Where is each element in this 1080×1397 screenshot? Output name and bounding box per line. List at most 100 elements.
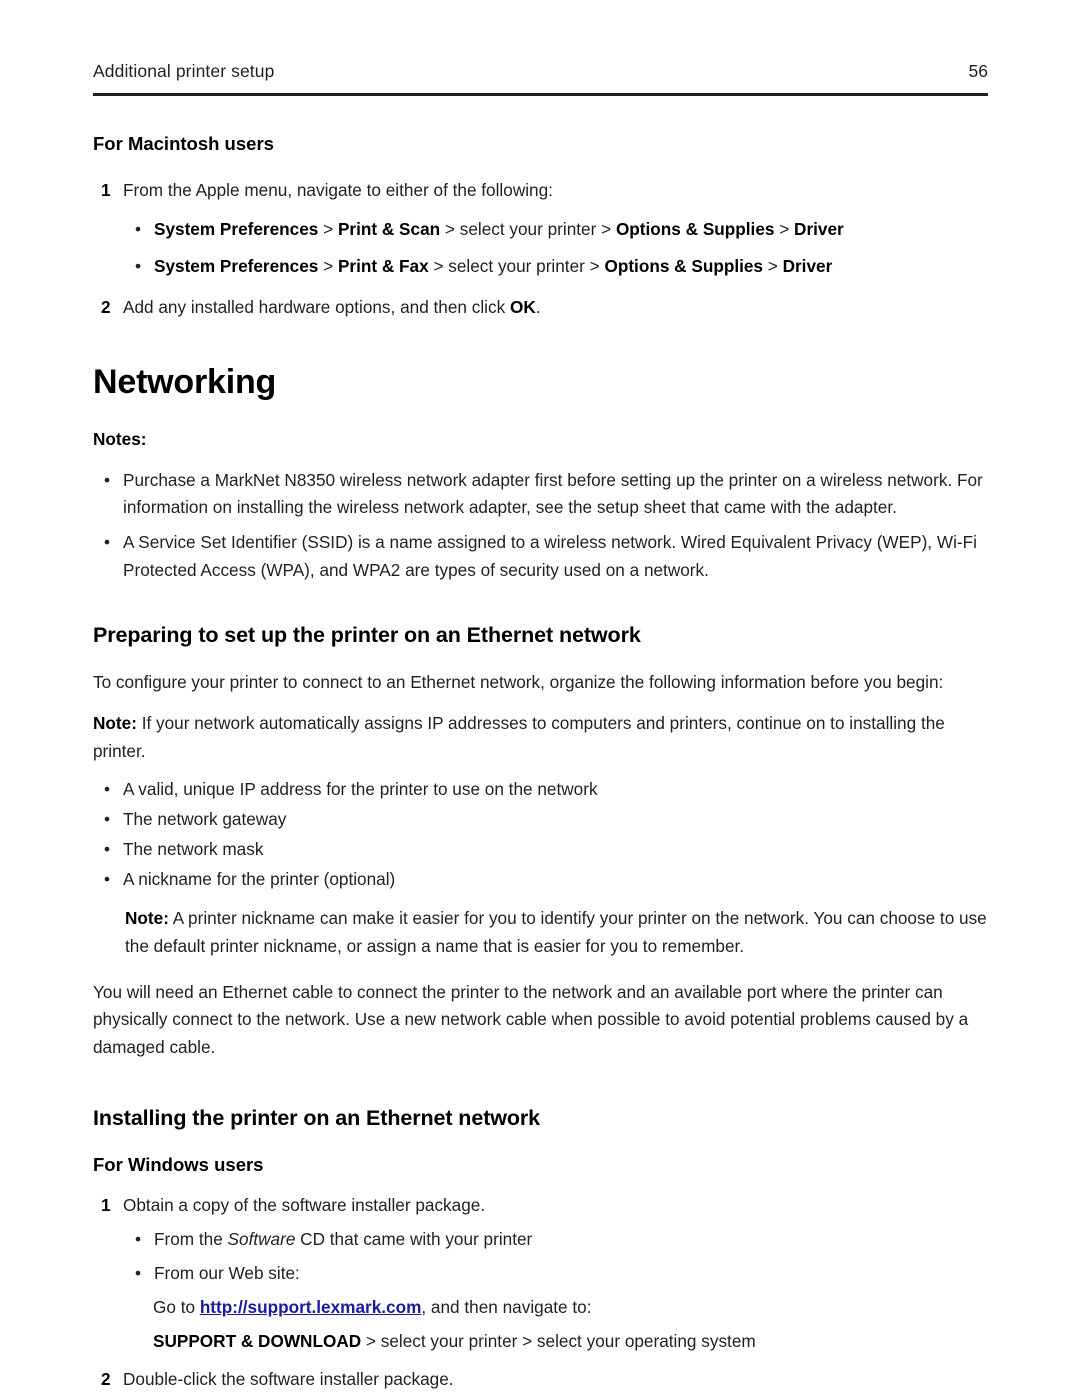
nav-separator: > [584,255,605,276]
nav-plain-segment: select your printer [448,255,585,276]
step-text-pre: Add any installed hardware options, and … [123,296,510,317]
bullet-icon: • [104,469,111,490]
heading-for-windows-users: For Windows users [93,1153,264,1175]
heading-preparing-ethernet: Preparing to set up the printer on an Et… [93,623,641,647]
nav-segment: Driver [782,255,833,276]
windows-steps-list: 1 Obtain a copy of the software installe… [93,1192,988,1220]
list-item: • The network mask [93,836,988,864]
step-text: Double-click the software installer pack… [123,1369,454,1390]
bullet-icon: • [135,255,142,276]
header-divider-rule [93,93,988,96]
nav-separator: > [596,219,616,240]
list-item: • A Service Set Identifier (SSID) is a n… [93,529,988,585]
ethernet-cable-paragraph: You will need an Ethernet cable to conne… [93,981,969,1058]
list-item: • System Preferences > Print & Scan > se… [124,216,988,244]
source-web-text: From our Web site: [154,1262,300,1283]
list-item: • A nickname for the printer (optional) [93,866,988,894]
nav-path: System Preferences > Print & Scan > sele… [154,219,844,239]
bullet-icon: • [135,219,142,240]
list-item: • Purchase a MarkNet N8350 wireless netw… [93,467,988,523]
nav-segment: System Preferences [154,255,319,276]
support-download-path: SUPPORT & DOWNLOAD > select your printer… [153,1328,988,1356]
bullet-icon: • [104,809,111,830]
step-marker: 1 [101,1195,111,1216]
bullet-icon: • [135,1228,142,1249]
step-marker: 2 [101,1369,111,1390]
macintosh-path-bullets: • System Preferences > Print & Scan > se… [124,216,988,281]
list-item: 2 Double-click the software installer pa… [93,1366,988,1394]
list-item: • The network gateway [93,806,988,834]
step-text: From the Apple menu, navigate to either … [123,180,553,201]
nav-separator: > [774,219,795,240]
list-item: 2 Add any installed hardware options, an… [93,294,988,322]
macintosh-steps-list: 1 From the Apple menu, navigate to eithe… [93,177,988,205]
page-content: For Macintosh users 1 From the Apple men… [93,133,988,1397]
source-cd-post: CD that came with your printer [295,1228,533,1249]
networking-notes-list: • Purchase a MarkNet N8350 wireless netw… [93,467,988,585]
list-item: 1 From the Apple menu, navigate to eithe… [93,177,988,205]
bullet-icon: • [104,779,111,800]
step-marker: 1 [101,180,111,201]
heading-for-macintosh-users: For Macintosh users [93,133,274,154]
installer-source-bullets: • From the Software CD that came with yo… [124,1226,988,1288]
nav-separator: > [762,255,783,276]
nav-separator: > [318,219,338,240]
note-body: If your network automatically assigns IP… [93,712,945,761]
nav-path: System Preferences > Print & Fax > selec… [154,256,832,276]
support-lexmark-link[interactable]: http://support.lexmark.com [200,1297,422,1317]
requirement-text: A valid, unique IP address for the print… [123,779,598,800]
goto-link-line: Go to http://support.lexmark.com, and th… [153,1294,988,1322]
heading-installing-ethernet: Installing the printer on an Ethernet ne… [93,1106,541,1131]
bullet-icon: • [104,868,111,889]
nav-segment: Options & Supplies [604,255,763,276]
source-cd-pre: From the [154,1228,228,1249]
nav-separator: > [428,255,449,276]
step-text-bold: OK [509,296,536,317]
list-item: • System Preferences > Print & Fax > sel… [124,253,988,281]
note-text: A Service Set Identifier (SSID) is a nam… [123,532,977,581]
step-text-post: . [535,296,541,317]
goto-suffix: , and then navigate to: [421,1296,592,1317]
nav-segment: Print & Scan [337,219,441,240]
page-number: 56 [968,61,988,81]
requirement-text: A nickname for the printer (optional) [123,868,396,889]
nav-segment: Driver [794,219,844,240]
note-body: A printer nickname can make it easier fo… [125,907,987,956]
web-navigation-block: Go to http://support.lexmark.com, and th… [153,1294,988,1356]
heading-networking: Networking [93,362,277,401]
nav-segment: System Preferences [154,219,319,240]
step-text: Obtain a copy of the software installer … [123,1195,486,1216]
list-item: • From our Web site: [124,1260,988,1288]
notes-label: Notes: [93,428,147,449]
source-cd-italic: Software [227,1228,296,1249]
ethernet-requirements-list: • A valid, unique IP address for the pri… [93,776,988,893]
document-page: Additional printer setup 56 For Macintos… [0,0,1080,1397]
requirement-text: The network gateway [123,809,287,830]
note-label: Note: [93,712,137,733]
nav-segment: Print & Fax [337,255,429,276]
preparing-intro-paragraph: To configure your printer to connect to … [93,671,944,692]
note-text: Purchase a MarkNet N8350 wireless networ… [123,469,983,518]
nav-segment: SUPPORT & DOWNLOAD [153,1330,362,1351]
nav-rest: > select your printer > select your oper… [361,1330,756,1351]
nav-separator: > [318,255,338,276]
list-item: • A valid, unique IP address for the pri… [93,776,988,804]
nickname-note: Note: A printer nickname can make it eas… [125,905,988,961]
header-chapter-title: Additional printer setup [93,61,275,81]
nav-segment: Options & Supplies [615,219,775,240]
source-cd-text: From the Software CD that came with your… [154,1229,532,1249]
requirement-text: The network mask [123,839,264,860]
goto-prefix: Go to [153,1296,200,1317]
nickname-note-block: Note: A printer nickname can make it eas… [125,905,988,961]
nav-separator: > [440,219,460,240]
note-label: Note: [125,907,169,928]
list-item: • From the Software CD that came with yo… [124,1226,988,1254]
bullet-icon: • [104,839,111,860]
bullet-icon: • [104,532,111,553]
step-marker: 2 [101,296,111,317]
step-text: Add any installed hardware options, and … [123,297,541,317]
windows-steps-list-cont: 2 Double-click the software installer pa… [93,1366,988,1394]
list-item: 1 Obtain a copy of the software installe… [93,1192,988,1220]
nav-plain-segment: select your printer [459,219,597,240]
macintosh-steps-list-cont: 2 Add any installed hardware options, an… [93,294,988,322]
